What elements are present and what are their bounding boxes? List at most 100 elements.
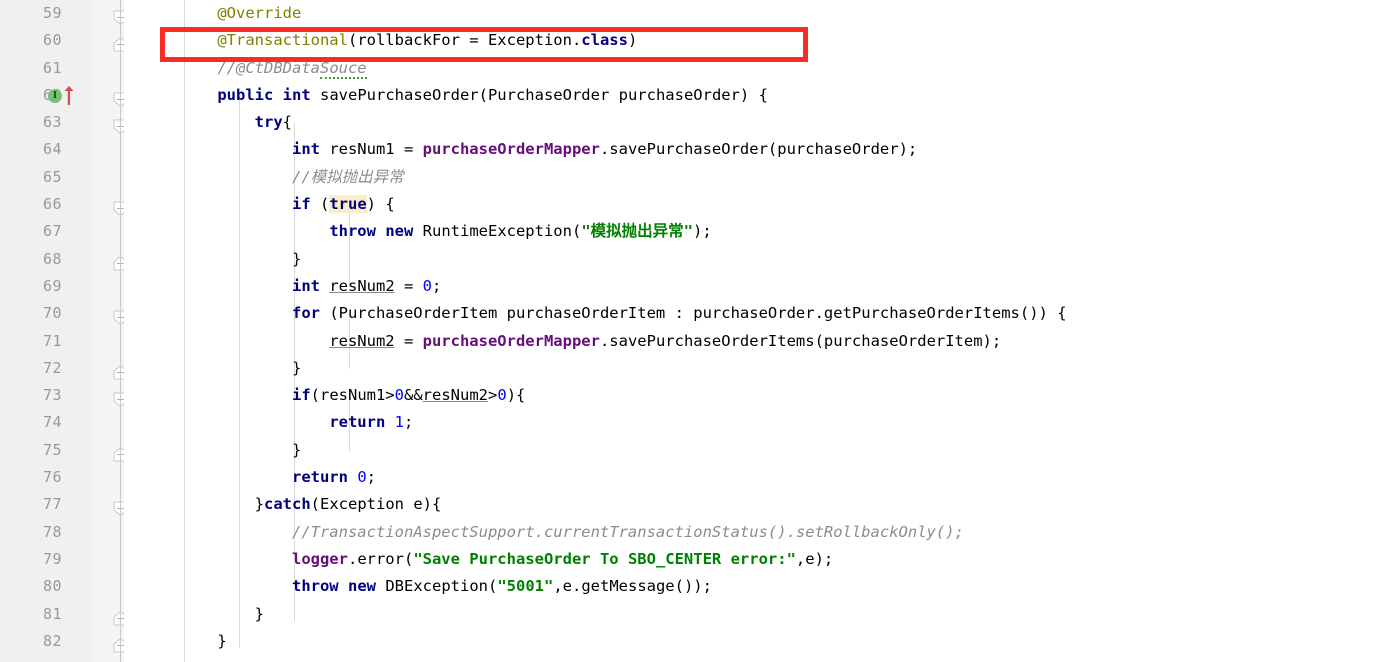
gutter-row[interactable]: 69 — [0, 273, 124, 300]
code-token: (rollbackFor = Exception. — [347, 31, 582, 50]
code-token: = — [394, 331, 423, 350]
line-number: 69 — [42, 276, 62, 295]
code-line[interactable]: //TransactionAspectSupport.currentTransa… — [124, 519, 1380, 546]
code-content-area[interactable]: @Override @Transactional(rollbackFor = E… — [124, 0, 1380, 662]
line-number: 82 — [42, 631, 62, 650]
code-line[interactable]: return 0; — [124, 464, 1380, 491]
code-token: if — [291, 386, 311, 405]
code-line[interactable]: //@CtDBDataSouce — [124, 55, 1380, 82]
code-line[interactable]: //模拟抛出异常 — [124, 164, 1380, 191]
code-line[interactable]: } — [124, 355, 1380, 382]
code-line[interactable]: @Transactional(rollbackFor = Exception.c… — [124, 27, 1380, 54]
editor-gutter[interactable]: 59 60 61 62I 63 64 65 66 67 68 69 70 71 72 73 74 75 76 77 7… — [0, 0, 128, 662]
gutter-row[interactable]: 59 — [0, 0, 128, 27]
gutter-row[interactable]: 66 — [0, 191, 128, 218]
code-token: ){ — [506, 386, 526, 405]
code-token: if — [291, 195, 311, 214]
gutter-row[interactable]: 65 — [0, 164, 124, 191]
code-token: "5001" — [497, 577, 554, 596]
code-line[interactable]: if(resNum1>0&&resNum2>0){ — [124, 382, 1380, 409]
code-token: (resNum1> — [310, 386, 395, 405]
gutter-row[interactable]: 74 — [0, 409, 124, 436]
code-line[interactable]: throw new RuntimeException("模拟抛出异常"); — [124, 218, 1380, 245]
code-token: return — [329, 413, 386, 432]
code-line[interactable]: } — [124, 628, 1380, 655]
gutter-row[interactable]: 72 — [0, 355, 128, 382]
code-token: } — [180, 631, 227, 650]
code-token: resNum2 — [422, 386, 488, 405]
gutter-row[interactable]: 79 — [0, 546, 124, 573]
code-token: int — [282, 85, 311, 104]
code-line[interactable]: public int savePurchaseOrder(PurchaseOrd… — [124, 82, 1380, 109]
gutter-row[interactable]: 68 — [0, 246, 128, 273]
line-number: 76 — [42, 468, 62, 487]
code-line[interactable]: int resNum2 = 0; — [124, 273, 1380, 300]
code-line[interactable]: if (true) { — [124, 191, 1380, 218]
code-line[interactable]: } — [124, 246, 1380, 273]
code-token: throw — [291, 577, 339, 596]
code-token: purchaseOrderMapper — [422, 140, 600, 159]
gutter-row[interactable]: 67 — [0, 218, 124, 245]
line-number: 81 — [42, 604, 62, 623]
code-token: //TransactionAspectSupport.currentTransa… — [291, 522, 964, 541]
code-line[interactable]: @Override — [124, 0, 1380, 27]
code-token: (PurchaseOrderItem purchaseOrderItem : p… — [319, 304, 1067, 323]
line-number: 75 — [42, 440, 62, 459]
code-token: savePurchaseOrder(PurchaseOrder purchase… — [310, 85, 768, 104]
gutter-row[interactable]: 71 — [0, 328, 124, 355]
gutter-row[interactable]: 61 — [0, 55, 124, 82]
code-line[interactable]: int resNum1 = purchaseOrderMapper.savePu… — [124, 136, 1380, 163]
gutter-row[interactable]: 75 — [0, 437, 128, 464]
code-token: 0 — [357, 468, 367, 487]
code-token: } — [180, 249, 302, 268]
gutter-row[interactable]: 63 — [0, 109, 128, 136]
gutter-row[interactable]: 78 — [0, 519, 124, 546]
line-number: 59 — [42, 4, 62, 22]
code-line[interactable]: for (PurchaseOrderItem purchaseOrderItem… — [124, 300, 1380, 327]
code-editor[interactable]: 59 60 61 62I 63 64 65 66 67 68 69 70 71 72 73 74 75 76 77 7… — [0, 0, 1380, 662]
code-token: 0 — [394, 386, 404, 405]
code-line[interactable]: logger.error("Save PurchaseOrder To SBO_… — [124, 546, 1380, 573]
code-token: DBException( — [376, 577, 498, 596]
code-token: try — [254, 113, 283, 132]
gutter-row[interactable]: 64 — [0, 136, 124, 163]
fold-region-line — [120, 0, 121, 662]
code-token: resNum1 = — [319, 140, 423, 159]
gutter-row[interactable]: 77 — [0, 491, 128, 518]
gutter-row[interactable]: 62I — [0, 82, 128, 109]
code-line[interactable]: throw new DBException("5001",e.getMessag… — [124, 573, 1380, 600]
code-token: purchaseOrderMapper — [422, 331, 600, 350]
gutter-row[interactable]: 73 — [0, 382, 128, 409]
gutter-row[interactable]: 80 — [0, 573, 124, 600]
code-line[interactable]: return 1; — [124, 409, 1380, 436]
code-token: 1 — [394, 413, 404, 432]
code-token: "Save PurchaseOrder To SBO_CENTER error:… — [413, 549, 796, 568]
code-line[interactable]: resNum2 = purchaseOrderMapper.savePurcha… — [124, 328, 1380, 355]
line-number: 67 — [42, 222, 62, 241]
navigate-up-arrow-icon[interactable] — [64, 85, 74, 106]
gutter-row[interactable]: 81 — [0, 601, 128, 628]
code-line[interactable]: }catch(Exception e){ — [124, 491, 1380, 518]
code-token: } — [180, 604, 264, 623]
code-token: ; — [366, 468, 377, 487]
gutter-row[interactable]: 70 — [0, 300, 128, 327]
gutter-row[interactable]: 76 — [0, 464, 124, 491]
gutter-row[interactable]: 82 — [0, 628, 128, 655]
gutter-row[interactable]: 60 — [0, 27, 128, 54]
code-line[interactable]: } — [124, 601, 1380, 628]
implementing-method-icon[interactable]: I — [48, 88, 62, 103]
line-number: 77 — [42, 495, 62, 514]
code-token: ) — [627, 31, 638, 50]
code-line[interactable]: } — [124, 437, 1380, 464]
code-line[interactable]: try{ — [124, 109, 1380, 136]
